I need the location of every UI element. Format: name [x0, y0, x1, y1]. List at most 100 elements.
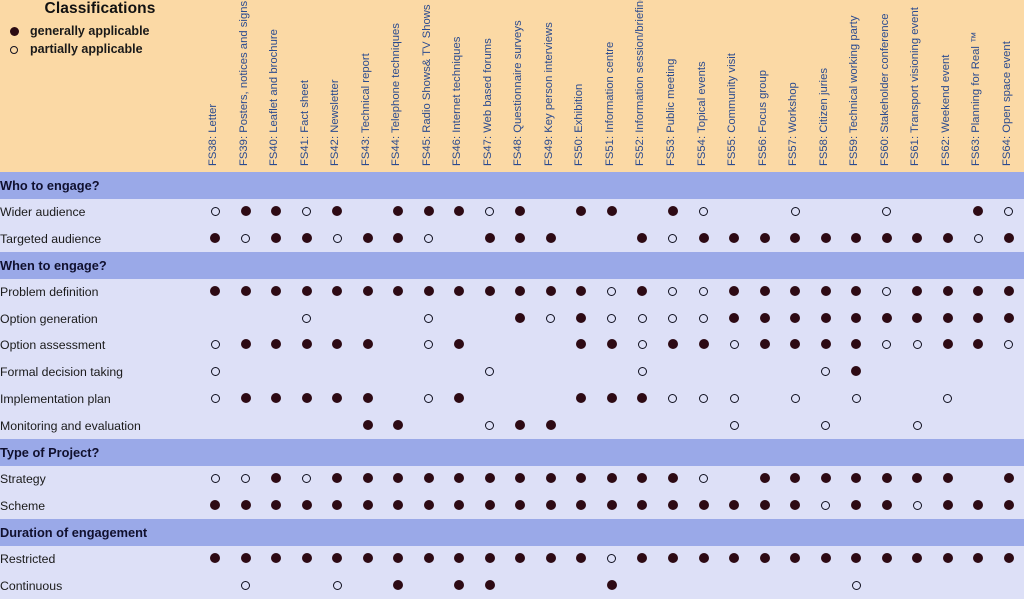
section-spacer-cell — [901, 518, 933, 546]
matrix-cell — [749, 305, 780, 333]
filled-dot-icon — [606, 339, 617, 350]
matrix-cell — [200, 225, 231, 253]
matrix-cell — [749, 492, 780, 519]
matrix-cell — [474, 225, 506, 253]
column-header: FS60: Stakeholder conference — [871, 0, 902, 172]
filled-dot-icon — [973, 552, 984, 563]
matrix-cell — [810, 545, 841, 573]
matrix-cell — [657, 305, 689, 333]
column-header: FS53: Public meeting — [657, 0, 689, 172]
matrix-cell — [413, 198, 445, 226]
matrix-cell — [535, 465, 567, 493]
matrix-cell — [810, 332, 841, 359]
filled-dot-icon — [667, 552, 678, 563]
section-spacer-cell — [413, 438, 445, 466]
filled-dot-icon — [942, 472, 953, 483]
section-spacer-cell — [718, 252, 750, 279]
matrix-cell — [230, 358, 262, 386]
row-label: Strategy — [0, 465, 200, 493]
matrix-cell — [749, 278, 780, 306]
open-dot-icon — [699, 473, 708, 483]
open-dot-icon — [790, 393, 800, 403]
filled-dot-icon — [637, 286, 648, 297]
matrix-cell — [535, 385, 567, 413]
column-header: FS63: Planning for Real ™ — [962, 0, 994, 172]
section-spacer-cell — [200, 518, 231, 546]
matrix-cell — [444, 412, 475, 439]
filled-dot-icon — [454, 499, 465, 510]
matrix-cell — [291, 465, 323, 493]
empty-cell-marker — [912, 366, 922, 376]
filled-dot-icon — [729, 552, 740, 563]
matrix-cell — [749, 385, 780, 413]
filled-dot-icon — [576, 552, 587, 563]
matrix-cell — [627, 545, 658, 573]
column-header: FS58: Citizen juries — [810, 0, 841, 172]
matrix-cell — [932, 545, 963, 573]
matrix-cell — [627, 492, 658, 519]
section-spacer-cell — [474, 252, 506, 279]
matrix-cell — [505, 465, 536, 493]
section-spacer-cell — [779, 172, 811, 199]
open-dot-icon — [1004, 340, 1014, 350]
empty-cell-marker — [637, 206, 647, 216]
matrix-cell — [322, 305, 353, 333]
row-label: Restricted — [0, 545, 200, 573]
empty-cell-marker — [393, 366, 403, 376]
matrix-cell — [291, 412, 323, 439]
empty-cell-marker — [576, 420, 586, 430]
empty-cell-marker — [332, 420, 342, 430]
matrix-cell — [962, 332, 994, 359]
empty-cell-marker — [515, 580, 525, 590]
section-spacer-cell — [566, 518, 597, 546]
filled-dot-icon — [942, 499, 953, 510]
open-dot-icon — [485, 420, 495, 430]
filled-dot-icon — [820, 472, 831, 483]
matrix-cell — [291, 385, 323, 413]
filled-dot-icon — [851, 552, 862, 563]
empty-cell-marker — [882, 580, 892, 590]
matrix-cell — [413, 225, 445, 253]
filled-dot-icon — [271, 499, 282, 510]
matrix-cell — [505, 572, 536, 599]
section-spacer-cell — [230, 438, 262, 466]
filled-dot-icon — [545, 472, 556, 483]
table-row: Wider audience — [0, 198, 1024, 226]
matrix-cell — [657, 465, 689, 493]
matrix-cell — [566, 465, 597, 493]
section-spacer-cell — [291, 252, 323, 279]
filled-dot-icon — [301, 339, 312, 350]
filled-dot-icon — [484, 472, 495, 483]
matrix-cell — [383, 278, 414, 306]
open-dot-icon — [241, 473, 251, 483]
matrix-cell — [383, 385, 414, 413]
column-header-label: FS61: Transport visioning event — [909, 7, 922, 166]
open-dot-icon — [790, 207, 800, 217]
section-spacer-cell — [200, 252, 231, 279]
matrix-cell — [993, 492, 1024, 519]
matrix-cell — [657, 358, 689, 386]
matrix-cell — [322, 358, 353, 386]
matrix-cell — [444, 545, 475, 573]
empty-cell-marker — [332, 366, 342, 376]
matrix-cell — [688, 305, 719, 333]
row-label: Formal decision taking — [0, 358, 200, 386]
filled-dot-icon — [393, 206, 404, 217]
open-dot-icon — [210, 340, 220, 350]
filled-dot-icon — [912, 472, 923, 483]
empty-cell-marker — [576, 580, 586, 590]
empty-cell-marker — [363, 206, 373, 216]
open-dot-icon — [699, 207, 708, 217]
matrix-cell — [901, 358, 933, 386]
matrix-cell — [688, 545, 719, 573]
table-row: Continuous — [0, 572, 1024, 599]
row-label: Wider audience — [0, 198, 200, 226]
matrix-cell — [566, 198, 597, 226]
matrix-cell — [962, 385, 994, 413]
empty-cell-marker — [729, 366, 739, 376]
filled-dot-icon — [545, 552, 556, 563]
open-dot-icon — [851, 393, 861, 403]
matrix-cell — [993, 305, 1024, 333]
matrix-cell — [566, 545, 597, 573]
matrix-cell — [749, 545, 780, 573]
